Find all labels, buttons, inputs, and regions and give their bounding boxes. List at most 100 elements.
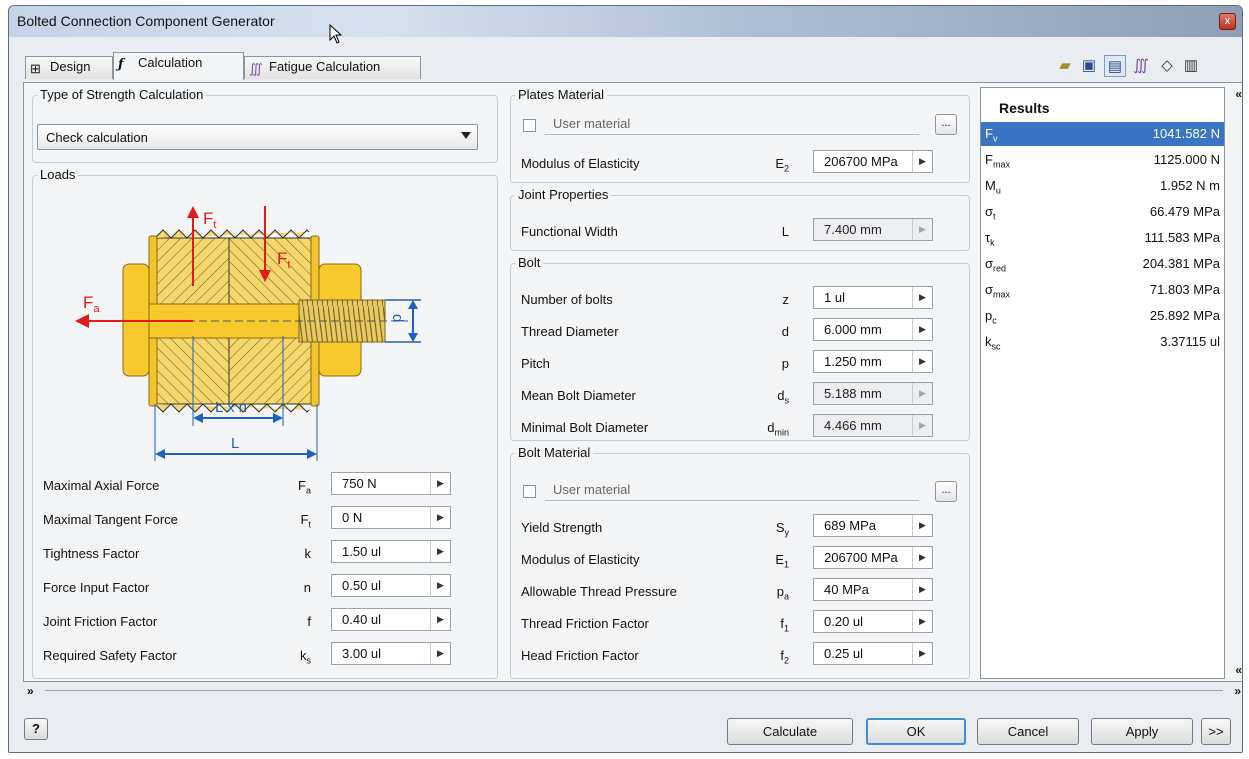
- tightness-factor-input[interactable]: 1.50 ul ▶: [331, 540, 451, 563]
- result-row[interactable]: σred 204.381 MPa: [981, 252, 1224, 276]
- result-row[interactable]: τk 111.583 MPa: [981, 226, 1224, 250]
- bolt-modulus-of-elasticity-row: Modulus of Elasticity E1 206700 MPa ▶: [521, 546, 961, 572]
- tightness-factor-row: Tightness Factor k 1.50 ul ▶: [43, 540, 483, 566]
- results-panel: Results Fv 1041.582 N Fmax 1125.000 N Mu 1.95…: [980, 87, 1225, 679]
- bolt-thread-friction-factor-row: Thread Friction Factor f1 0.20 ul ▶: [521, 610, 961, 636]
- result-symbol: σred: [985, 256, 1007, 274]
- joint-friction-factor-input[interactable]: 0.40 ul ▶: [331, 608, 451, 631]
- pitch-symbol: p: [781, 356, 789, 371]
- bolt-allowable-thread-pressure-symbol: pa: [776, 584, 789, 602]
- tab-fatigue-calculation[interactable]: ∭ Fatigue Calculation: [244, 56, 421, 79]
- cancel-button[interactable]: Cancel: [977, 718, 1079, 745]
- fatigue-icon[interactable]: ∭: [1130, 55, 1152, 77]
- diameter-dim-arrow-up: [408, 300, 418, 309]
- clipboard-icon[interactable]: ▥: [1180, 55, 1202, 77]
- thread-diameter-input[interactable]: 6.000 mm ▶: [813, 318, 933, 341]
- calculation-panel: Type of Strength Calculation Check calcu…: [23, 82, 1242, 682]
- apply-button[interactable]: Apply: [1091, 718, 1193, 745]
- value-menu-arrow-icon: ▶: [912, 415, 932, 436]
- expand-down-left-icon[interactable]: »: [27, 684, 34, 698]
- eraser-icon[interactable]: ◇: [1156, 55, 1178, 77]
- number-of-bolts-input[interactable]: 1 ul ▶: [813, 286, 933, 309]
- thread-diameter-label: Thread Diameter: [521, 324, 619, 339]
- result-value: 204.381 MPa: [1142, 256, 1220, 271]
- collapse-results-bottom-icon[interactable]: «: [1235, 663, 1242, 677]
- plate-break-top: [154, 229, 310, 239]
- maximal-axial-force-symbol: Fa: [298, 478, 311, 496]
- value-menu-arrow-icon[interactable]: ▶: [430, 609, 450, 630]
- bolt-design-icon: ⊞: [30, 61, 41, 76]
- value-menu-arrow-icon[interactable]: ▶: [430, 507, 450, 528]
- tab-calculation[interactable]: ƒ Calculation: [113, 52, 244, 80]
- plates-material-group: Plates Material User material ... Modulu…: [510, 87, 970, 183]
- value-menu-arrow-icon[interactable]: ▶: [430, 473, 450, 494]
- result-row[interactable]: Fmax 1125.000 N: [981, 148, 1224, 172]
- strength-type-dropdown[interactable]: Check calculation: [37, 124, 478, 150]
- collapse-results-top-icon[interactable]: «: [1235, 87, 1242, 101]
- value-menu-arrow-icon[interactable]: ▶: [912, 351, 932, 372]
- results-view-icon[interactable]: ▤: [1104, 55, 1126, 77]
- value-menu-arrow-icon[interactable]: ▶: [912, 151, 932, 172]
- result-row[interactable]: Fv 1041.582 N: [981, 122, 1224, 146]
- value-menu-arrow-icon[interactable]: ▶: [912, 579, 932, 600]
- result-row[interactable]: σmax 71.803 MPa: [981, 278, 1224, 302]
- value-menu-arrow-icon: ▶: [912, 219, 932, 240]
- result-value: 1.952 N m: [1160, 178, 1220, 193]
- value-menu-arrow-icon[interactable]: ▶: [430, 643, 450, 664]
- ok-button[interactable]: OK: [866, 718, 966, 745]
- maximal-tangent-force-input[interactable]: 0 N ▶: [331, 506, 451, 529]
- bolt-head-friction-factor-row: Head Friction Factor f2 0.25 ul ▶: [521, 642, 961, 668]
- result-row[interactable]: pc 25.892 MPa: [981, 304, 1224, 328]
- expand-down-right-icon[interactable]: »: [1234, 684, 1241, 698]
- result-row[interactable]: ksc 3.37115 ul: [981, 330, 1224, 354]
- maximal-axial-force-row: Maximal Axial Force Fa 750 N ▶: [43, 472, 483, 498]
- bolt-yield-strength-row: Yield Strength Sy 689 MPa ▶: [521, 514, 961, 540]
- plates-material-browse-button[interactable]: ...: [935, 114, 957, 135]
- result-row[interactable]: Mu 1.952 N m: [981, 174, 1224, 198]
- help-button[interactable]: ?: [24, 718, 48, 740]
- bolt-material-browse-button[interactable]: ...: [935, 481, 957, 502]
- bolt-allowable-thread-pressure-input[interactable]: 40 MPa ▶: [813, 578, 933, 601]
- functional-width-label: Functional Width: [521, 224, 618, 239]
- number-of-bolts-row: Number of bolts z 1 ul ▶: [521, 286, 961, 312]
- value-menu-arrow-icon[interactable]: ▶: [430, 575, 450, 596]
- value-menu-arrow-icon[interactable]: ▶: [912, 515, 932, 536]
- plates-user-material-checkbox[interactable]: [523, 119, 536, 132]
- bolt-material-legend: Bolt Material: [515, 445, 594, 460]
- plates-modulus-row: Modulus of Elasticity E2 206700 MPa ▶: [521, 150, 961, 176]
- value-menu-arrow-icon[interactable]: ▶: [912, 611, 932, 632]
- calculate-button[interactable]: Calculate: [727, 718, 853, 745]
- bolt-thread-friction-factor-input[interactable]: 0.20 ul ▶: [813, 610, 933, 633]
- plates-user-material-field: User material: [545, 111, 919, 135]
- plates-material-legend: Plates Material: [515, 87, 607, 102]
- bolt-user-material-checkbox[interactable]: [523, 485, 536, 498]
- value-menu-arrow-icon[interactable]: ▶: [912, 319, 932, 340]
- pitch-input[interactable]: 1.250 mm ▶: [813, 350, 933, 373]
- bolt-yield-strength-input[interactable]: 689 MPa ▶: [813, 514, 933, 537]
- bolt-head-friction-factor-input[interactable]: 0.25 ul ▶: [813, 642, 933, 665]
- open-icon[interactable]: ▰: [1054, 55, 1076, 77]
- maximal-axial-force-input[interactable]: 750 N ▶: [331, 472, 451, 495]
- joint-properties-group: Joint Properties Functional Width L 7.40…: [510, 187, 970, 251]
- value-menu-arrow-icon[interactable]: ▶: [912, 643, 932, 664]
- bolt-modulus-of-elasticity-input[interactable]: 206700 MPa ▶: [813, 546, 933, 569]
- more-options-button[interactable]: >>: [1201, 718, 1231, 745]
- force-input-factor-input[interactable]: 0.50 ul ▶: [331, 574, 451, 597]
- value-menu-arrow-icon[interactable]: ▶: [912, 287, 932, 308]
- value-menu-arrow-icon[interactable]: ▶: [430, 541, 450, 562]
- close-button[interactable]: x: [1219, 13, 1236, 30]
- required-safety-factor-input[interactable]: 3.00 ul ▶: [331, 642, 451, 665]
- diameter-dim-arrow-down: [408, 333, 418, 342]
- tab-design[interactable]: ⊞ Design: [25, 56, 113, 79]
- plates-modulus-label: Modulus of Elasticity: [521, 156, 640, 171]
- tangent-force-label-up: Ft: [203, 209, 216, 231]
- save-icon[interactable]: ▣: [1078, 55, 1100, 77]
- result-row[interactable]: σt 66.479 MPa: [981, 200, 1224, 224]
- mouse-cursor-icon: [329, 24, 343, 44]
- value-menu-arrow-icon[interactable]: ▶: [912, 547, 932, 568]
- chevron-down-icon: [461, 132, 471, 139]
- title-bar[interactable]: Bolted Connection Component Generator x: [9, 6, 1242, 44]
- plates-modulus-input[interactable]: 206700 MPa ▶: [813, 150, 933, 173]
- bolt-head-friction-factor-symbol: f2: [780, 648, 789, 666]
- thread-diameter-symbol: d: [781, 324, 789, 339]
